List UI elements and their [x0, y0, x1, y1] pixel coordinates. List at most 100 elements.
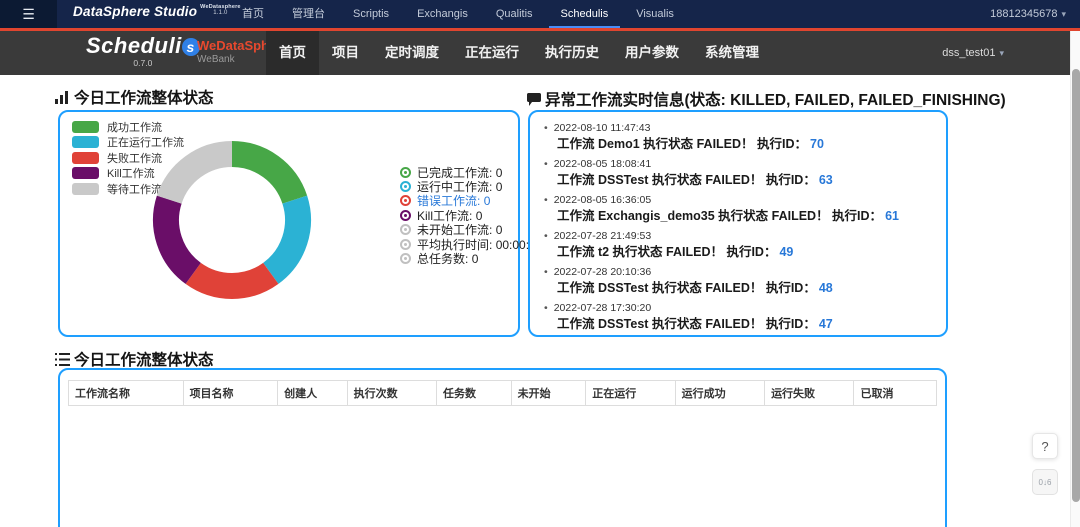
- dss-username: dss_test01: [942, 47, 995, 59]
- bullet-icon: •: [544, 122, 548, 134]
- help-button[interactable]: ?: [1032, 433, 1058, 459]
- stat-ring-icon: [400, 167, 411, 178]
- stat-row: 总任务数: 0: [400, 251, 542, 265]
- table-header-cell[interactable]: 创建人: [278, 381, 347, 406]
- table-header-cell[interactable]: 未开始: [511, 381, 586, 406]
- table-header-cell[interactable]: 任务数: [437, 381, 512, 406]
- schedulis-logo[interactable]: Schedulis 0.7.0: [86, 34, 200, 68]
- exec-id-link[interactable]: 63: [819, 173, 833, 187]
- schedulis-nav-item[interactable]: 项目: [319, 31, 372, 75]
- workflow-status-panel: 成功工作流 正在运行工作流 失败工作流 Kill工作流 等待工作流 已完成工作流…: [58, 110, 520, 337]
- alert-item: • 2022-08-10 11:47:43 工作流 Demo1 执行状态 FAIL…: [544, 122, 932, 152]
- chevron-down-icon: ▾: [999, 48, 1004, 58]
- alert-item: •2022-07-28 21:49:53 工作流 t2 执行状态 FAILED！…: [544, 230, 932, 260]
- exec-id-link[interactable]: 48: [819, 281, 833, 295]
- donut-section-title: 今日工作流整体状态: [55, 86, 214, 108]
- stat-ring-icon: [400, 210, 411, 221]
- stat-ring-icon: [400, 224, 411, 235]
- legend-swatch: [72, 152, 99, 164]
- legend-swatch: [72, 167, 99, 179]
- top-nav-item[interactable]: 首页: [228, 0, 278, 28]
- top-nav-item[interactable]: Exchangis: [403, 0, 482, 28]
- alerts-section-title: 异常工作流实时信息(状态: KILLED, FAILED, FAILED_FIN…: [527, 88, 1006, 110]
- exec-id-link[interactable]: 47: [819, 317, 833, 331]
- table-header-cell[interactable]: 运行失败: [765, 381, 854, 406]
- top-nav-item[interactable]: Qualitis: [482, 0, 547, 28]
- scrollbar-thumb[interactable]: [1072, 69, 1080, 502]
- alert-item: •2022-07-28 17:30:20 工作流 DSSTest 执行状态 FA…: [544, 302, 932, 332]
- table-header-cell[interactable]: 项目名称: [183, 381, 278, 406]
- datasphere-logo[interactable]: DataSphere StudioWeDatasphere1.1.0: [73, 4, 241, 19]
- datasphere-logo-text: DataSphere Studio: [73, 4, 197, 19]
- table-header-cell[interactable]: 正在运行: [586, 381, 675, 406]
- alert-item: •2022-08-05 18:08:41 工作流 DSSTest 执行状态 FA…: [544, 158, 932, 188]
- alerts-section-title-text: 异常工作流实时信息(状态: KILLED, FAILED, FAILED_FIN…: [545, 88, 1006, 110]
- stat-ring-icon: [400, 195, 411, 206]
- top-nav-item[interactable]: Visualis: [622, 0, 688, 28]
- exec-id-link[interactable]: 49: [779, 245, 793, 259]
- top-nav-item[interactable]: Schedulis: [547, 0, 623, 28]
- workflow-table: 工作流名称项目名称创建人执行次数任务数未开始正在运行运行成功运行失败已取消: [68, 380, 937, 406]
- exec-id-link[interactable]: 70: [810, 137, 824, 151]
- top-nav-item[interactable]: 管理台: [278, 0, 339, 28]
- schedulis-nav-item[interactable]: 定时调度: [372, 31, 452, 75]
- alert-message: 工作流 Exchangis_demo35 执行状态 FAILED！ 执行ID：: [557, 209, 882, 223]
- brand-divider: [0, 28, 1080, 31]
- donut-section-title-text: 今日工作流整体状态: [74, 86, 214, 108]
- question-mark-icon: ?: [1041, 439, 1048, 454]
- legend-swatch: [72, 136, 99, 148]
- bullet-icon: •: [544, 230, 548, 242]
- schedulis-nav-item[interactable]: 首页: [266, 31, 319, 75]
- alert-timestamp: 2022-07-28 17:30:20: [554, 302, 652, 314]
- workflow-stats-list: 已完成工作流: 0 运行中工作流: 0 错误工作流: 0 Kill工作流: 0 …: [400, 165, 542, 266]
- speech-bubble-icon: [527, 93, 541, 106]
- exec-id-link[interactable]: 61: [885, 209, 899, 223]
- widget-icon: 0↓6: [1039, 478, 1052, 487]
- schedulis-nav-item[interactable]: 系统管理: [692, 31, 772, 75]
- legend-swatch: [72, 121, 99, 133]
- alert-message: 工作流 DSSTest 执行状态 FAILED！ 执行ID：: [557, 281, 816, 295]
- bullet-icon: •: [544, 266, 548, 278]
- top-navbar: ☰ DataSphere StudioWeDatasphere1.1.0 首页管…: [0, 0, 1080, 28]
- stat-ring-icon: [400, 239, 411, 250]
- table-header-cell[interactable]: 运行成功: [675, 381, 764, 406]
- schedulis-nav-item[interactable]: 正在运行: [452, 31, 532, 75]
- feedback-widget-button[interactable]: 0↓6: [1032, 469, 1058, 495]
- alert-timestamp: 2022-08-10 11:47:43: [554, 122, 651, 134]
- alert-timestamp: 2022-08-05 18:08:41: [554, 158, 652, 170]
- schedulis-nav-item[interactable]: 执行历史: [532, 31, 612, 75]
- table-header-cell[interactable]: 工作流名称: [69, 381, 184, 406]
- abnormal-workflow-panel: • 2022-08-10 11:47:43 工作流 Demo1 执行状态 FAIL…: [528, 110, 948, 337]
- donut-chart[interactable]: [142, 130, 322, 310]
- dss-user-menu[interactable]: dss_test01 ▾: [942, 31, 1004, 75]
- table-section-title-text: 今日工作流整体状态: [74, 348, 214, 370]
- top-nav: 首页管理台ScriptisExchangisQualitisSchedulisV…: [228, 0, 688, 28]
- stat-ring-icon: [400, 253, 411, 264]
- table-header-cell[interactable]: 已取消: [854, 381, 937, 406]
- schedulis-nav: 首页项目定时调度正在运行执行历史用户参数系统管理: [266, 31, 772, 75]
- table-header-cell[interactable]: 执行次数: [347, 381, 436, 406]
- hamburger-menu-button[interactable]: ☰: [0, 0, 57, 28]
- page-scrollbar[interactable]: [1070, 31, 1080, 527]
- schedulis-home-page: ☰ DataSphere StudioWeDatasphere1.1.0 首页管…: [0, 0, 1080, 527]
- table-section-title: 今日工作流整体状态: [55, 348, 214, 370]
- user-account-menu[interactable]: 18812345678 ▾: [990, 0, 1066, 28]
- alert-message: 工作流 DSSTest 执行状态 FAILED！ 执行ID：: [557, 173, 816, 187]
- alerts-list: • 2022-08-10 11:47:43 工作流 Demo1 执行状态 FAIL…: [530, 112, 946, 332]
- alert-message: 工作流 Demo1 执行状态 FAILED！ 执行ID：: [557, 137, 807, 151]
- alert-timestamp: 2022-07-28 20:10:36: [554, 266, 652, 278]
- hamburger-icon: ☰: [22, 7, 35, 21]
- schedulis-navbar: Schedulis 0.7.0 WeDataSphere WeBank 首页项目…: [0, 31, 1080, 75]
- workflow-table-panel: 工作流名称项目名称创建人执行次数任务数未开始正在运行运行成功运行失败已取消: [58, 368, 947, 527]
- alert-item: • 2022-07-28 20:10:36 工作流 DSSTest 执行状态 FA…: [544, 266, 932, 296]
- bullet-icon: •: [544, 302, 548, 314]
- alert-timestamp: 2022-08-05 16:36:05: [554, 194, 652, 206]
- top-nav-item[interactable]: Scriptis: [339, 0, 403, 28]
- schedulis-nav-item[interactable]: 用户参数: [612, 31, 692, 75]
- alert-item: •2022-08-05 16:36:05 工作流 Exchangis_demo3…: [544, 194, 932, 224]
- user-phone: 18812345678: [990, 8, 1057, 20]
- chevron-down-icon: ▾: [1061, 9, 1066, 19]
- legend-swatch: [72, 183, 99, 195]
- alert-timestamp: 2022-07-28 21:49:53: [554, 230, 652, 242]
- table-header-row: 工作流名称项目名称创建人执行次数任务数未开始正在运行运行成功运行失败已取消: [69, 381, 937, 406]
